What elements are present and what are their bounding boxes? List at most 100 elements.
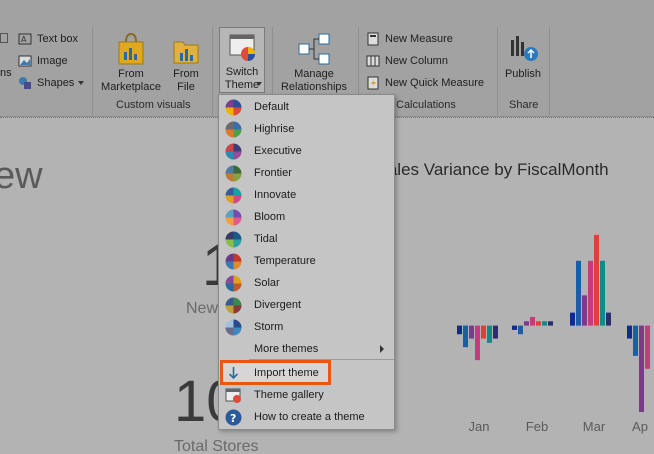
- shapes-icon: [18, 76, 32, 90]
- ribbon-separator: [549, 27, 550, 115]
- chart-bar[interactable]: [481, 325, 486, 339]
- chart-bar[interactable]: [493, 325, 498, 339]
- text-box-button[interactable]: A Text box: [18, 32, 78, 46]
- menu-item-label: More themes: [254, 343, 319, 355]
- manage-relationships-label: Manage Relationships: [280, 68, 348, 93]
- custom-visuals-group-label: Custom visuals: [116, 99, 191, 111]
- chart-bar[interactable]: [645, 325, 650, 369]
- how-to-create-theme-menu-item[interactable]: How to create a theme?: [219, 406, 394, 428]
- theme-option-temperature[interactable]: Temperature: [219, 250, 394, 272]
- from-marketplace-button[interactable]: From Marketplace: [98, 32, 164, 94]
- new-quick-measure-label: New Quick Measure: [385, 77, 485, 89]
- theme-option-tidal[interactable]: Tidal: [219, 228, 394, 250]
- more-themes-menu[interactable]: More themes: [219, 338, 394, 360]
- theme-palette-icon: [225, 99, 242, 116]
- chart-bar[interactable]: [570, 312, 575, 326]
- chart-bar[interactable]: [639, 325, 644, 412]
- from-file-button[interactable]: From File: [166, 32, 206, 94]
- chevron-right-icon: [380, 345, 384, 353]
- theme-option-divergent[interactable]: Divergent: [219, 294, 394, 316]
- chart-bar[interactable]: [469, 325, 474, 339]
- menu-separator: [249, 359, 394, 360]
- publish-button[interactable]: Publish: [502, 32, 544, 81]
- switch-theme-icon: [229, 34, 255, 61]
- theme-palette-icon: [225, 231, 242, 248]
- chart-bar[interactable]: [475, 325, 480, 361]
- manage-relationships-button[interactable]: Manage Relationships: [276, 32, 352, 94]
- ribbon-separator: [497, 27, 498, 115]
- chart-bar[interactable]: [576, 260, 581, 326]
- chart-bar[interactable]: [594, 234, 599, 326]
- menu-item-label: Highrise: [254, 123, 295, 135]
- chart-bar[interactable]: [512, 325, 517, 330]
- x-tick-label: Feb: [526, 419, 548, 434]
- theme-option-executive[interactable]: Executive: [219, 140, 394, 162]
- chart-bar[interactable]: [588, 260, 593, 326]
- import-arrow-icon: [228, 367, 239, 380]
- menu-item-label: Storm: [254, 321, 284, 333]
- theme-palette-icon: [225, 253, 242, 270]
- chart-bar[interactable]: [487, 325, 492, 343]
- theme-palette-icon: [225, 187, 242, 204]
- chart-bar[interactable]: [600, 260, 605, 326]
- shapes-button[interactable]: Shapes: [18, 76, 85, 90]
- chart-bar[interactable]: [627, 325, 632, 339]
- sales-variance-chart[interactable]: 0.3M0.2M0.1M0.0M-0.1M-0.2MJanFebMarAp: [360, 150, 654, 454]
- theme-option-highrise[interactable]: Highrise: [219, 118, 394, 140]
- menu-item-label: Default: [254, 101, 289, 113]
- chart-bar[interactable]: [633, 325, 638, 356]
- chart-bar[interactable]: [530, 316, 535, 326]
- help-icon: ?: [225, 409, 242, 426]
- page-title: ew: [0, 155, 43, 197]
- chart-bar[interactable]: [457, 325, 462, 335]
- new-measure-label: New Measure: [385, 33, 453, 45]
- theme-option-frontier[interactable]: Frontier: [219, 162, 394, 184]
- publish-label: Publish: [504, 68, 542, 80]
- theme-palette-icon: [225, 143, 242, 160]
- theme-option-storm[interactable]: Storm: [219, 316, 394, 338]
- chart-bar[interactable]: [524, 321, 529, 326]
- chart-bar[interactable]: [548, 321, 553, 326]
- calculator-icon: [366, 32, 380, 46]
- chart-bar[interactable]: [606, 312, 611, 326]
- gallery-icon: [225, 388, 241, 403]
- cut-ribbon-label: ns: [0, 67, 12, 79]
- chevron-down-icon: [256, 82, 262, 86]
- chevron-down-icon: [78, 81, 85, 85]
- marketplace-bag-icon: [118, 32, 144, 65]
- menu-item-label: Tidal: [254, 233, 278, 245]
- chart-bar[interactable]: [518, 325, 523, 335]
- svg-text:?: ?: [230, 412, 236, 425]
- chart-bar[interactable]: [536, 321, 541, 326]
- menu-item-label: Executive: [254, 145, 302, 157]
- chart-bar[interactable]: [542, 321, 547, 326]
- x-tick-label: Mar: [583, 419, 606, 434]
- theme-palette-icon: [225, 319, 242, 336]
- theme-option-default[interactable]: Default: [219, 96, 394, 118]
- cut-icon-group: [0, 33, 13, 43]
- chart-bar[interactable]: [463, 325, 468, 348]
- svg-text:A: A: [21, 35, 27, 44]
- text-box-label: Text box: [37, 33, 78, 45]
- theme-option-innovate[interactable]: Innovate: [219, 184, 394, 206]
- new-measure-button[interactable]: New Measure: [366, 32, 453, 46]
- visual-icon: [0, 33, 8, 43]
- kpi-card-label: Total Stores: [174, 438, 259, 454]
- import-theme-menu-item[interactable]: Import theme: [219, 362, 394, 384]
- new-column-button[interactable]: New Column: [366, 54, 448, 68]
- folder-chart-icon: [173, 41, 199, 64]
- switch-theme-button[interactable]: Switch Theme: [219, 27, 265, 93]
- theme-palette-icon: [225, 209, 242, 226]
- chart-bar[interactable]: [582, 295, 587, 326]
- theme-palette-icon: [225, 297, 242, 314]
- theme-option-solar[interactable]: Solar: [219, 272, 394, 294]
- theme-option-bloom[interactable]: Bloom: [219, 206, 394, 228]
- publish-icon: [511, 36, 538, 61]
- quick-measure-icon: [366, 76, 380, 90]
- kpi-card-label: New: [186, 300, 219, 317]
- image-button[interactable]: Image: [18, 54, 68, 68]
- theme-gallery-menu-item[interactable]: Theme gallery: [219, 384, 394, 406]
- calculations-group-label: Calculations: [396, 99, 456, 111]
- menu-item-label: Solar: [254, 277, 280, 289]
- new-quick-measure-button[interactable]: New Quick Measure: [366, 76, 484, 90]
